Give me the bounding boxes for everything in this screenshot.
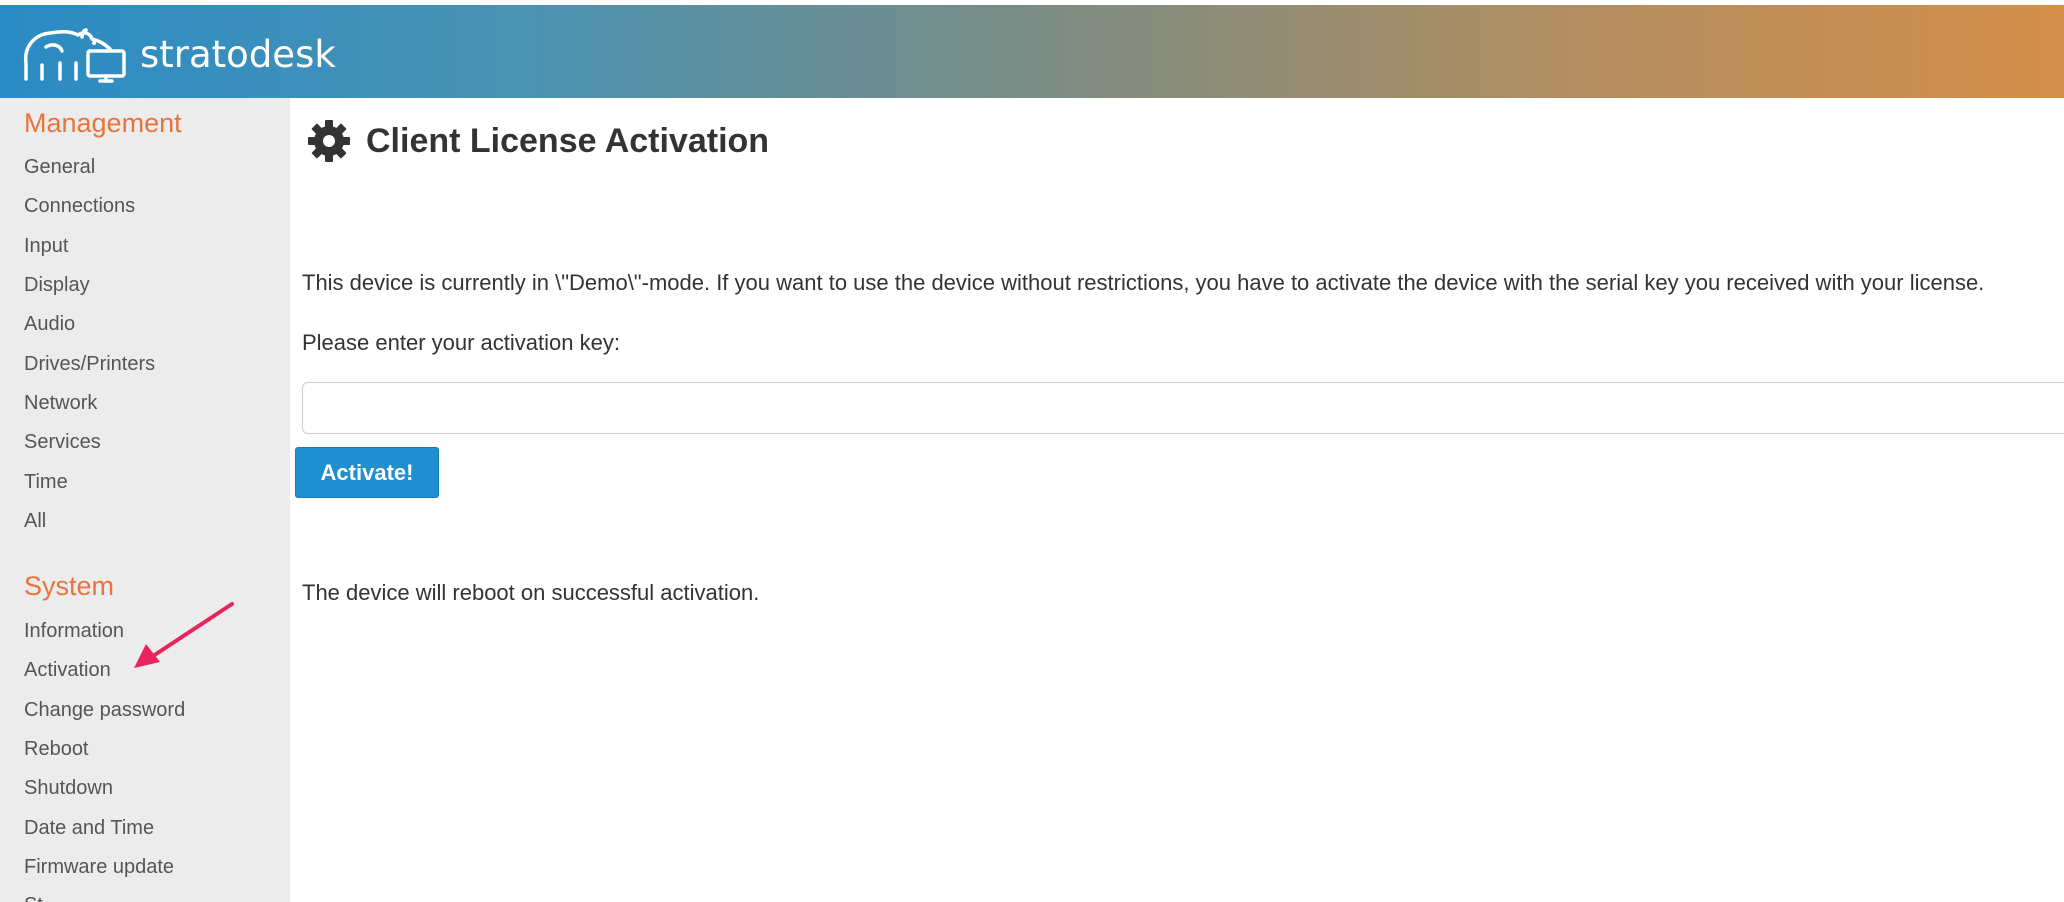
sidebar-item-information[interactable]: Information bbox=[24, 620, 124, 643]
demo-mode-notice: This device is currently in \"Demo\"-mod… bbox=[302, 270, 1985, 295]
sidebar-item-change-password[interactable]: Change password bbox=[24, 699, 185, 722]
sidebar-item-cutoff[interactable]: St bbox=[24, 894, 43, 902]
sidebar-item-reboot[interactable]: Reboot bbox=[24, 738, 89, 761]
sidebar-item-shutdown[interactable]: Shutdown bbox=[24, 777, 113, 800]
sidebar-item-input[interactable]: Input bbox=[24, 235, 68, 258]
top-banner: stratodesk bbox=[0, 0, 2064, 98]
sidebar-item-connections[interactable]: Connections bbox=[24, 195, 135, 218]
sidebar-item-services[interactable]: Services bbox=[24, 431, 101, 454]
activation-key-prompt: Please enter your activation key: bbox=[302, 330, 620, 355]
sidebar-item-time[interactable]: Time bbox=[24, 471, 68, 494]
sidebar-item-network[interactable]: Network bbox=[24, 392, 97, 415]
sidebar-item-date-and-time[interactable]: Date and Time bbox=[24, 817, 154, 840]
activation-key-input[interactable] bbox=[302, 382, 2064, 434]
sidebar-item-general[interactable]: General bbox=[24, 156, 95, 179]
sidebar-item-display[interactable]: Display bbox=[24, 274, 90, 297]
activate-button[interactable]: Activate! bbox=[295, 447, 439, 498]
gear-icon bbox=[308, 120, 350, 162]
reboot-note: The device will reboot on successful act… bbox=[302, 580, 760, 605]
stratodesk-logo[interactable]: stratodesk bbox=[20, 23, 336, 85]
sidebar: Management General Connections Input Dis… bbox=[0, 98, 290, 902]
sidebar-item-audio[interactable]: Audio bbox=[24, 313, 75, 336]
sidebar-item-all[interactable]: All bbox=[24, 510, 46, 533]
page-title: Client License Activation bbox=[306, 118, 769, 164]
sidebar-section-management: Management bbox=[24, 108, 182, 138]
sidebar-section-system: System bbox=[24, 571, 115, 601]
sidebar-item-firmware-update[interactable]: Firmware update bbox=[24, 856, 174, 879]
sidebar-item-drives-printers[interactable]: Drives/Printers bbox=[24, 353, 155, 376]
brand-name: stratodesk bbox=[140, 32, 336, 76]
page-title-text: Client License Activation bbox=[366, 121, 770, 160]
polar-bear-monitor-logo-icon bbox=[23, 28, 126, 83]
sidebar-item-activation[interactable]: Activation bbox=[24, 659, 111, 682]
